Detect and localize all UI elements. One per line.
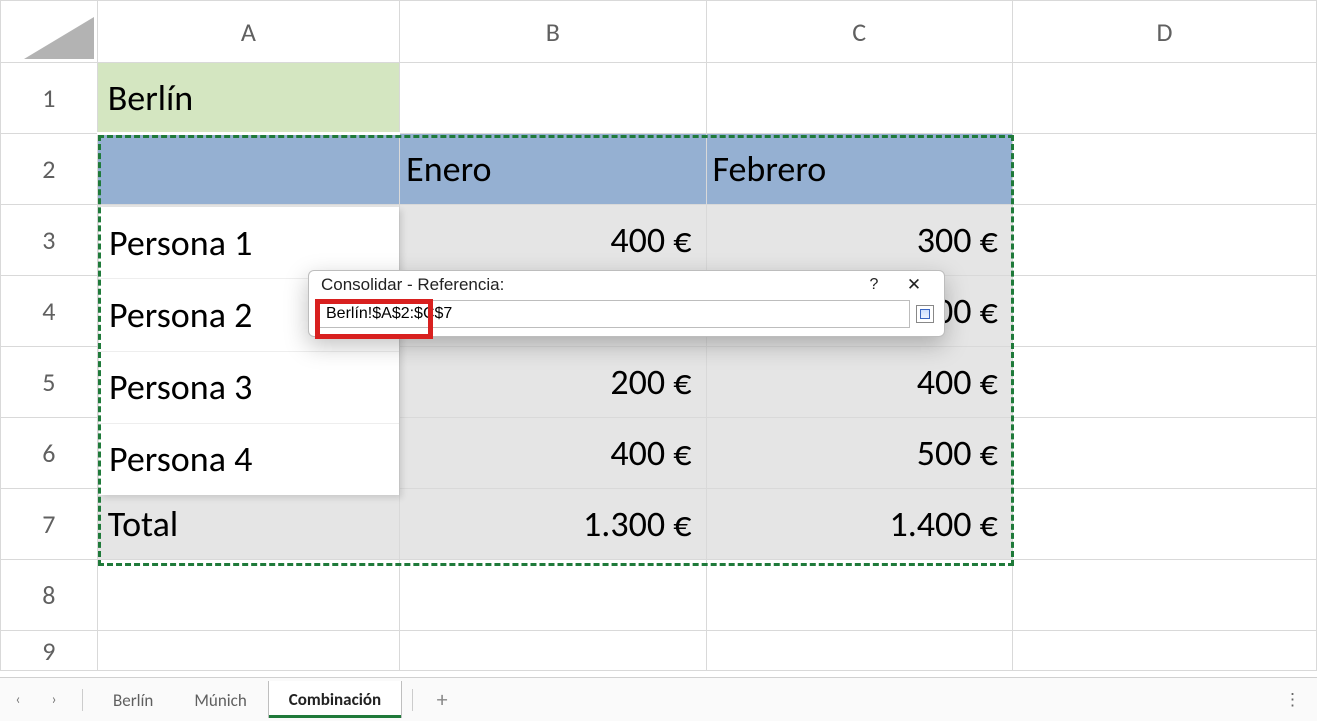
dialog-help-button[interactable]: ? bbox=[854, 273, 894, 297]
cell-B7[interactable]: 1.300 € bbox=[400, 489, 706, 560]
cell-B6[interactable]: 400 € bbox=[400, 418, 706, 489]
cell-C6[interactable]: 500 € bbox=[706, 418, 1012, 489]
col-header-D[interactable]: D bbox=[1012, 1, 1316, 63]
row-header-6[interactable]: 6 bbox=[1, 418, 98, 489]
cell-B2[interactable]: Enero bbox=[400, 134, 706, 205]
col-header-C[interactable]: C bbox=[706, 1, 1012, 63]
consolidate-reference-dialog: Consolidar - Referencia: ? ✕ bbox=[308, 270, 945, 337]
cell-C5[interactable]: 400 € bbox=[706, 347, 1012, 418]
sheet-tab-munich[interactable]: Múnich bbox=[174, 682, 267, 718]
tab-nav-prev[interactable]: ‹ bbox=[0, 678, 36, 721]
cell-D7[interactable] bbox=[1012, 489, 1316, 560]
row-header-1[interactable]: 1 bbox=[1, 63, 98, 134]
dialog-close-button[interactable]: ✕ bbox=[894, 273, 934, 297]
cell-D6[interactable] bbox=[1012, 418, 1316, 489]
cell-A9[interactable] bbox=[97, 631, 399, 671]
cell-A5[interactable]: Persona 3 bbox=[97, 347, 399, 418]
row-header-2[interactable]: 2 bbox=[1, 134, 98, 205]
col-header-B[interactable]: B bbox=[400, 1, 706, 63]
row-header-4[interactable]: 4 bbox=[1, 276, 98, 347]
cell-D3[interactable] bbox=[1012, 205, 1316, 276]
cell-D4[interactable] bbox=[1012, 276, 1316, 347]
cell-C1[interactable] bbox=[706, 63, 1012, 134]
row-header-8[interactable]: 8 bbox=[1, 560, 98, 631]
cell-D8[interactable] bbox=[1012, 560, 1316, 631]
dialog-title-text: Consolidar - Referencia: bbox=[321, 275, 504, 295]
cell-A6[interactable]: Persona 4 bbox=[97, 418, 399, 489]
cell-A7[interactable]: Total bbox=[97, 489, 399, 560]
cell-D1[interactable] bbox=[1012, 63, 1316, 134]
cell-C9[interactable] bbox=[706, 631, 1012, 671]
sheet-tab-bar: ‹ › Berlín Múnich Combinación + ⋮ bbox=[0, 677, 1317, 721]
sheet-tab-combinacion[interactable]: Combinación bbox=[268, 681, 402, 718]
tab-nav-next[interactable]: › bbox=[36, 678, 72, 721]
cell-A1[interactable]: Berlín bbox=[97, 63, 399, 134]
col-header-A[interactable]: A bbox=[97, 1, 399, 63]
cell-B5[interactable]: 200 € bbox=[400, 347, 706, 418]
cell-A3[interactable]: Persona 1 bbox=[97, 205, 399, 276]
expand-dialog-icon[interactable] bbox=[916, 305, 934, 323]
cell-A8[interactable] bbox=[97, 560, 399, 631]
cell-B8[interactable] bbox=[400, 560, 706, 631]
cell-D5[interactable] bbox=[1012, 347, 1316, 418]
cell-B1[interactable] bbox=[400, 63, 706, 134]
cell-C7[interactable]: 1.400 € bbox=[706, 489, 1012, 560]
cell-C3[interactable]: 300 € bbox=[706, 205, 1012, 276]
cell-B9[interactable] bbox=[400, 631, 706, 671]
add-sheet-button[interactable]: + bbox=[423, 686, 461, 713]
row-header-9[interactable]: 9 bbox=[1, 631, 98, 671]
cell-C8[interactable] bbox=[706, 560, 1012, 631]
sheet-tab-more[interactable]: ⋮ bbox=[1284, 689, 1317, 710]
select-all-corner[interactable] bbox=[1, 1, 98, 63]
row-header-5[interactable]: 5 bbox=[1, 347, 98, 418]
sheet-tab-berlin[interactable]: Berlín bbox=[93, 682, 174, 718]
cell-B3[interactable]: 400 € bbox=[400, 205, 706, 276]
row-header-3[interactable]: 3 bbox=[1, 205, 98, 276]
cell-C2[interactable]: Febrero bbox=[706, 134, 1012, 205]
cell-A2[interactable] bbox=[97, 134, 399, 205]
reference-input[interactable] bbox=[319, 300, 910, 328]
cell-D9[interactable] bbox=[1012, 631, 1316, 671]
cell-D2[interactable] bbox=[1012, 134, 1316, 205]
row-header-7[interactable]: 7 bbox=[1, 489, 98, 560]
